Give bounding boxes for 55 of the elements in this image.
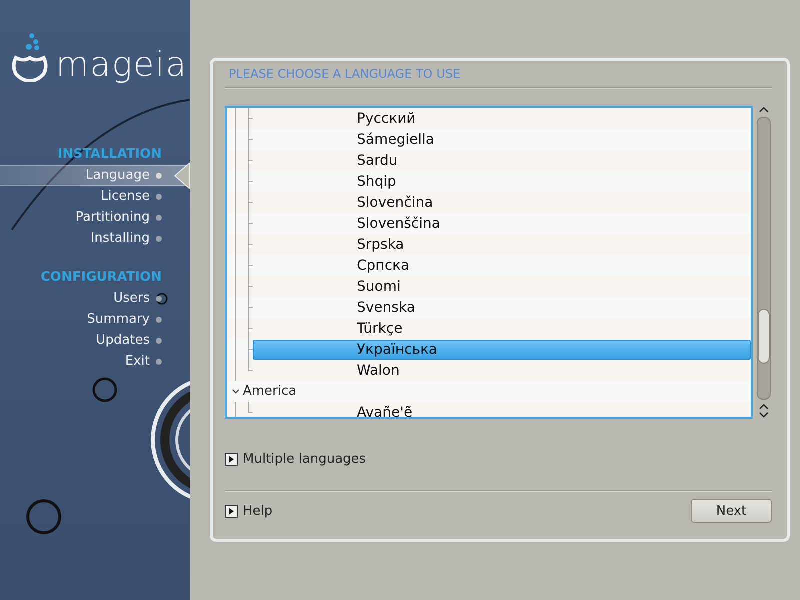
tree-entry[interactable]: Русский	[357, 110, 416, 126]
tree-entry[interactable]: Српска	[357, 258, 410, 274]
step-item[interactable]: Summary	[0, 309, 190, 330]
step-dot-icon	[156, 296, 162, 302]
tree-entry[interactable]: Sardu	[357, 152, 398, 168]
step-label: Updates	[96, 333, 150, 348]
tree-entry[interactable]: Svenska	[357, 300, 416, 316]
tree-group-label[interactable]: America	[243, 384, 297, 399]
step-dot-icon	[156, 338, 162, 344]
scroll-thumb[interactable]	[758, 309, 770, 364]
scrollbar[interactable]	[756, 106, 772, 419]
step-item[interactable]: License	[0, 186, 190, 207]
tree-entry[interactable]: Slovenčina	[357, 194, 434, 210]
step-item[interactable]: Users	[0, 288, 190, 309]
tree-entry[interactable]: Srpska	[357, 236, 404, 252]
tree-entry[interactable]: Türkçe	[357, 320, 403, 336]
scroll-up-icon[interactable]	[759, 403, 769, 411]
logo-wordmark: mageia	[56, 48, 188, 82]
step-dot-icon	[156, 358, 162, 364]
step-item[interactable]: Updates	[0, 330, 190, 351]
step-item[interactable]: Exit	[0, 351, 190, 372]
step-label: License	[100, 189, 150, 204]
language-tree[interactable]: Русский Sámegiella Sardu Shqip Slovenčina Slovenščina Srpska Српска Suomi Svenska Türkçe Українська Walon America Avañe'ẽ	[225, 106, 753, 419]
step-item[interactable]: Partitioning	[0, 207, 190, 228]
scroll-down-icon[interactable]	[759, 411, 769, 419]
step-dot-icon	[156, 194, 162, 200]
expander-icon[interactable]	[225, 504, 238, 518]
panel-title: PLEASE CHOOSE A LANGUAGE TO USE	[228, 66, 462, 83]
step-label: Partitioning	[76, 210, 150, 225]
step-label: Installing	[90, 231, 150, 246]
tree-entry[interactable]: Українська	[357, 342, 438, 358]
step-item[interactable]: Installing	[0, 228, 190, 249]
scroll-up-icon[interactable]	[759, 106, 769, 114]
section-heading: CONFIGURATION	[40, 269, 163, 287]
step-dot-icon	[156, 236, 162, 242]
step-dot-icon	[156, 316, 162, 322]
tree-entry[interactable]: Sámegiella	[357, 132, 434, 148]
step-label: Exit	[125, 354, 150, 369]
tree-entry[interactable]: Slovenščina	[357, 216, 440, 232]
current-step-arrow-icon	[174, 163, 190, 189]
expander-icon[interactable]	[225, 453, 238, 466]
tree-entry[interactable]: Suomi	[357, 278, 401, 294]
tree-entry[interactable]: Walon	[357, 362, 400, 378]
help-expander[interactable]: Help	[225, 504, 273, 518]
step-dot-icon	[156, 172, 162, 178]
tree-entry[interactable]: Shqip	[357, 174, 396, 190]
next-button[interactable]: Next	[691, 499, 772, 523]
tree-entry[interactable]: Avañe'ẽ	[357, 404, 413, 417]
logo-icon	[10, 32, 50, 82]
step-dot-icon	[156, 214, 162, 220]
chevron-down-icon[interactable]	[232, 388, 240, 396]
step-label: Language	[86, 168, 150, 183]
step-label: Users	[114, 291, 150, 306]
step-label: Summary	[87, 312, 150, 327]
multiple-languages-expander[interactable]: Multiple languages	[225, 452, 366, 467]
